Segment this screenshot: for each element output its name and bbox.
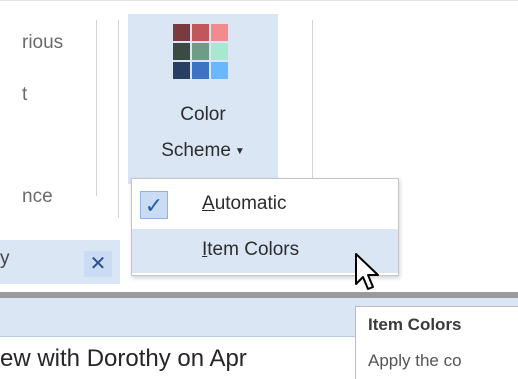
close-icon[interactable]: ✕ xyxy=(84,251,112,277)
color-swatch xyxy=(192,62,209,79)
ribbon-item-previous[interactable]: rious xyxy=(22,32,63,54)
menu-item-automatic-label: Automatic xyxy=(202,193,287,215)
color-swatch xyxy=(173,62,190,79)
color-scheme-label-line2: Scheme ▼ xyxy=(128,140,278,162)
menu-item-automatic-rest: utomatic xyxy=(214,193,287,214)
mnemonic-a: A xyxy=(202,193,215,214)
color-swatch xyxy=(192,24,209,41)
mouse-pointer-icon xyxy=(355,253,379,290)
dropdown-arrow-icon: ▼ xyxy=(234,146,245,157)
ribbon-group-separator xyxy=(118,20,119,218)
color-swatch xyxy=(211,24,228,41)
tooltip: Item Colors Apply the co xyxy=(355,306,518,379)
color-scheme-label-line1: Color xyxy=(180,104,226,125)
tooltip-description: Apply the co xyxy=(368,351,462,370)
ribbon-group-label: nce xyxy=(22,186,53,207)
tooltip-title: Item Colors xyxy=(368,315,462,334)
color-swatch xyxy=(173,43,190,60)
color-swatch xyxy=(211,43,228,60)
menu-item-item-colors-label: Item Colors xyxy=(202,239,299,261)
ribbon-separator-right xyxy=(312,20,313,196)
color-swatch xyxy=(211,62,228,79)
message-subject: ew with Dorothy on Apr xyxy=(0,345,247,372)
color-scheme-label-text: Scheme xyxy=(161,140,231,161)
menu-item-item-colors-rest: tem Colors xyxy=(207,239,300,260)
checkmark-icon: ✓ xyxy=(140,191,168,219)
document-tab-label: y xyxy=(0,248,10,269)
ribbon-separator xyxy=(96,20,97,196)
color-swatch xyxy=(192,43,209,60)
color-grid-icon xyxy=(173,24,229,79)
menu-item-automatic[interactable]: ✓ Automatic xyxy=(132,183,398,227)
ribbon-item-next[interactable]: t xyxy=(22,84,27,106)
color-swatch xyxy=(173,24,190,41)
